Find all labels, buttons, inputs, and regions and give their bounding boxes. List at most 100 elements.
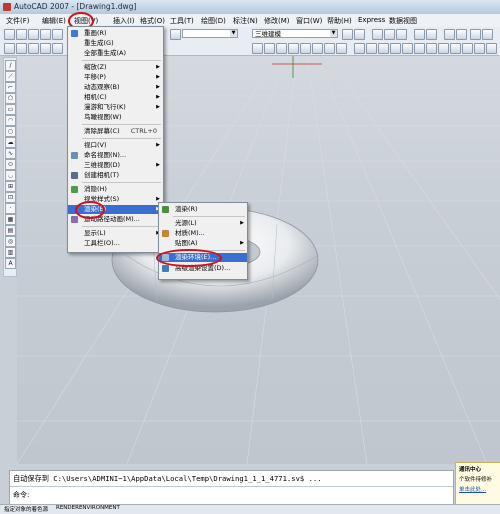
xline-tool-icon[interactable]: ⟋ bbox=[5, 71, 16, 82]
layer-combo[interactable]: ▼ bbox=[182, 29, 238, 38]
intersect-icon[interactable] bbox=[474, 43, 485, 54]
autocad-app-icon[interactable] bbox=[3, 3, 11, 11]
gradient-tool-icon[interactable]: ▤ bbox=[5, 225, 16, 236]
table-tool-icon[interactable]: ▥ bbox=[5, 247, 16, 258]
cone-icon[interactable] bbox=[390, 43, 401, 54]
tray-link[interactable]: 单击此处... bbox=[459, 485, 486, 493]
menu-data-view[interactable]: 数据视图 bbox=[389, 16, 417, 26]
menu-draw[interactable]: 绘图(D) bbox=[201, 16, 226, 26]
menu-item-clean-screen[interactable]: 清除屏幕(C) CTRL+0 bbox=[68, 127, 163, 136]
region-tool-icon[interactable]: ◎ bbox=[5, 236, 16, 247]
materials-toolbar-icon[interactable] bbox=[288, 43, 299, 54]
menu-item-display[interactable]: 显示(L)▶ bbox=[68, 229, 163, 238]
menu-item-walk-fly[interactable]: 漫游和飞行(K) ▶ bbox=[68, 103, 163, 112]
preview-icon[interactable] bbox=[52, 29, 63, 40]
wedge-icon[interactable] bbox=[414, 43, 425, 54]
circle-tool-icon[interactable]: ○ bbox=[5, 126, 16, 137]
menu-item-pan[interactable]: 平移(P) ▶ bbox=[68, 73, 163, 82]
save-icon[interactable] bbox=[28, 29, 39, 40]
layer-state-icon[interactable] bbox=[170, 29, 181, 40]
submenu-item-render[interactable]: 渲染(R) bbox=[159, 205, 247, 214]
cylinder-icon[interactable] bbox=[378, 43, 389, 54]
polygon-tool-icon[interactable]: ⬠ bbox=[5, 93, 16, 104]
design-center-icon[interactable] bbox=[482, 29, 493, 40]
ellipse-arc-tool-icon[interactable]: ◡ bbox=[5, 170, 16, 181]
menu-help[interactable]: 帮助(H) bbox=[327, 16, 352, 26]
hatch-tool-icon[interactable]: ▦ bbox=[5, 214, 16, 225]
command-window[interactable]: 自动保存到 C:\Users\ADMINI~1\AppData\Local\Te… bbox=[9, 470, 454, 506]
ellipse-tool-icon[interactable]: ⬭ bbox=[5, 159, 16, 170]
print-icon[interactable] bbox=[40, 29, 51, 40]
menu-item-create-camera[interactable]: 创建相机(T) bbox=[68, 171, 163, 180]
menu-item-regen[interactable]: 重生成(G) bbox=[68, 39, 163, 48]
render-toolbar-icon[interactable] bbox=[264, 43, 275, 54]
open-icon[interactable] bbox=[16, 29, 27, 40]
menu-express[interactable]: Express bbox=[358, 16, 385, 24]
make-block-tool-icon[interactable]: ⊡ bbox=[5, 192, 16, 203]
line-tool-icon[interactable]: / bbox=[5, 60, 16, 71]
menu-file[interactable]: 文件(F) bbox=[6, 16, 30, 26]
lock-icon[interactable] bbox=[40, 43, 51, 54]
redo-icon[interactable] bbox=[426, 29, 437, 40]
box-icon[interactable] bbox=[354, 43, 365, 54]
menu-tools[interactable]: 工具(T) bbox=[170, 16, 194, 26]
save-workspace-icon[interactable] bbox=[354, 29, 365, 40]
menu-item-hide[interactable]: 消隐(H) bbox=[68, 185, 163, 194]
insert-block-tool-icon[interactable]: ⊞ bbox=[5, 181, 16, 192]
workspace-combo[interactable]: 三维建模 ▼ bbox=[252, 29, 338, 38]
menu-item-aerial-view[interactable]: 鸟瞰视图(W) bbox=[68, 113, 163, 122]
zoom-icon[interactable] bbox=[456, 29, 467, 40]
menu-item-toolbars[interactable]: 工具栏(O)... bbox=[68, 239, 163, 248]
paste-icon[interactable] bbox=[384, 29, 395, 40]
command-prompt[interactable]: 命令: bbox=[13, 490, 29, 500]
light-toolbar-icon[interactable] bbox=[312, 43, 323, 54]
menu-modify[interactable]: 修改(M) bbox=[264, 16, 290, 26]
sphere-icon[interactable] bbox=[366, 43, 377, 54]
layer-icon[interactable] bbox=[4, 43, 15, 54]
environment-icon[interactable] bbox=[336, 43, 347, 54]
match-icon[interactable] bbox=[396, 29, 407, 40]
extrude-icon[interactable] bbox=[426, 43, 437, 54]
menu-item-camera[interactable]: 相机(C) ▶ bbox=[68, 93, 163, 102]
properties-icon[interactable] bbox=[470, 29, 481, 40]
torus-icon[interactable] bbox=[402, 43, 413, 54]
menu-item-zoom[interactable]: 缩放(Z) ▶ bbox=[68, 63, 163, 72]
menu-item-3d-views[interactable]: 三维视图(D) ▶ bbox=[68, 161, 163, 170]
menu-item-regen-all[interactable]: 全部重生成(A) bbox=[68, 49, 163, 58]
menu-item-viewports[interactable]: 视口(V) ▶ bbox=[68, 141, 163, 150]
slice-icon[interactable] bbox=[486, 43, 497, 54]
fog-icon[interactable] bbox=[324, 43, 335, 54]
revcloud-tool-icon[interactable]: ☁ bbox=[5, 137, 16, 148]
menu-format[interactable]: 格式(O) bbox=[140, 16, 165, 26]
spline-tool-icon[interactable]: ∿ bbox=[5, 148, 16, 159]
copy-icon[interactable] bbox=[372, 29, 383, 40]
menu-item-orbit[interactable]: 动态观察(B) ▶ bbox=[68, 83, 163, 92]
rectangle-tool-icon[interactable]: ▭ bbox=[5, 104, 16, 115]
arc-tool-icon[interactable]: ◠ bbox=[5, 115, 16, 126]
submenu-item-lights[interactable]: 光源(L) ▶ bbox=[159, 219, 247, 228]
pan-icon[interactable] bbox=[444, 29, 455, 40]
mtext-tool-icon[interactable]: A bbox=[5, 258, 16, 269]
camera-toolbar-icon[interactable] bbox=[300, 43, 311, 54]
undo-icon[interactable] bbox=[414, 29, 425, 40]
submenu-item-materials[interactable]: 材质(M)... bbox=[159, 229, 247, 238]
revolve-icon[interactable] bbox=[438, 43, 449, 54]
point-tool-icon[interactable]: · bbox=[5, 203, 16, 214]
polyline-tool-icon[interactable]: ⌐ bbox=[5, 82, 16, 93]
menu-item-named-views[interactable]: 命名视图(N)... bbox=[68, 151, 163, 160]
sun-icon[interactable] bbox=[28, 43, 39, 54]
teapot-icon[interactable] bbox=[276, 43, 287, 54]
menu-item-redraw[interactable]: 重画(R) bbox=[68, 29, 163, 38]
communication-center-balloon[interactable]: 通讯中心 个软件待修补 单击此处... bbox=[455, 462, 500, 506]
new-icon[interactable] bbox=[4, 29, 15, 40]
submenu-item-mapping[interactable]: 贴图(A) ▶ bbox=[159, 239, 247, 248]
color-icon[interactable] bbox=[52, 43, 63, 54]
subtract-icon[interactable] bbox=[462, 43, 473, 54]
menu-edit[interactable]: 编辑(E) bbox=[42, 16, 66, 26]
workspace-settings-icon[interactable] bbox=[342, 29, 353, 40]
visual-style-icon[interactable] bbox=[252, 43, 263, 54]
union-icon[interactable] bbox=[450, 43, 461, 54]
lightbulb-icon[interactable] bbox=[16, 43, 27, 54]
menu-insert[interactable]: 插入(I) bbox=[113, 16, 135, 26]
menu-dimension[interactable]: 标注(N) bbox=[233, 16, 258, 26]
